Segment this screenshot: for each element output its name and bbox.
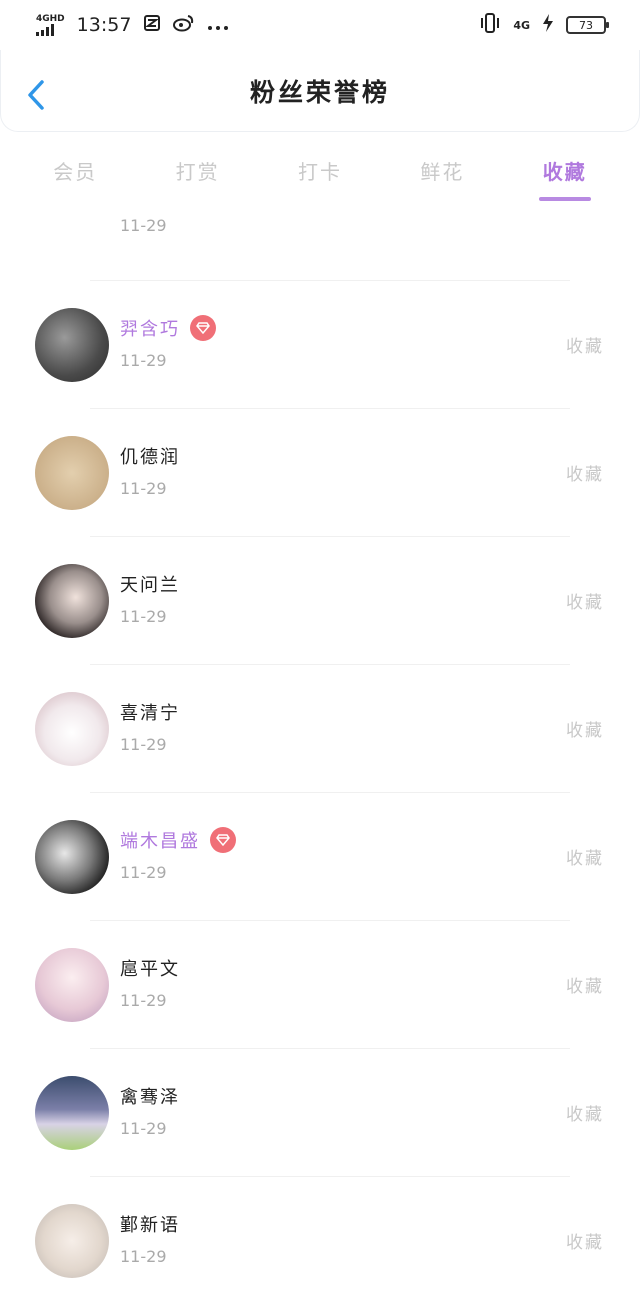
screen: 4GHD 13:57 4G 73 粉丝荣誉榜 会员 打赏 打卡 鲜花 收藏 11… xyxy=(0,0,640,1298)
battery-level: 73 xyxy=(579,18,593,32)
item-info: 鄞新语 11-29 xyxy=(120,1209,180,1266)
collect-label: 收藏 xyxy=(566,721,604,741)
fan-name: 天问兰 xyxy=(120,575,180,596)
network-type: 4GHD xyxy=(36,13,65,24)
notification-icon xyxy=(143,14,161,37)
tab-flower[interactable]: 鲜花 xyxy=(414,146,470,195)
item-date: 11-29 xyxy=(120,1119,167,1138)
collect-label: 收藏 xyxy=(566,1233,604,1253)
clock: 13:57 xyxy=(76,14,132,36)
item-info: 端木昌盛 11-29 xyxy=(120,825,236,882)
tab-reward[interactable]: 打赏 xyxy=(170,146,226,195)
weibo-icon xyxy=(173,14,195,37)
list-item[interactable]: 天问兰 11-29 收藏 xyxy=(0,537,640,664)
item-date: 11-29 xyxy=(120,863,167,882)
avatar[interactable] xyxy=(35,691,109,766)
tab-bar: 会员 打赏 打卡 鲜花 收藏 xyxy=(0,140,640,201)
charging-icon xyxy=(542,13,554,37)
item-info: 天问兰 11-29 xyxy=(120,569,180,626)
tab-checkin[interactable]: 打卡 xyxy=(292,146,348,195)
avatar[interactable] xyxy=(35,947,109,1022)
collect-label: 收藏 xyxy=(566,977,604,997)
status-bar: 4GHD 13:57 4G 73 xyxy=(0,0,640,50)
fan-name: 扈平文 xyxy=(120,959,180,980)
item-date: 11-29 xyxy=(120,735,167,754)
header: 粉丝荣誉榜 xyxy=(0,50,640,132)
item-date: 11-29 xyxy=(120,607,167,626)
back-button[interactable] xyxy=(23,78,49,112)
collect-label: 收藏 xyxy=(566,593,604,613)
status-left: 4GHD 13:57 xyxy=(36,14,229,37)
fan-name: 羿含巧 xyxy=(120,319,180,340)
collect-label: 收藏 xyxy=(566,337,604,357)
status-right: 4G 73 xyxy=(479,12,609,38)
avatar[interactable] xyxy=(35,307,109,382)
battery-icon: 73 xyxy=(566,16,609,34)
list-item[interactable]: 扈平文 11-29 收藏 xyxy=(0,921,640,1048)
vibrate-icon xyxy=(479,12,501,38)
collect-label: 收藏 xyxy=(566,1105,604,1125)
list-item[interactable]: 端木昌盛 11-29 收藏 xyxy=(0,793,640,920)
collect-label: 收藏 xyxy=(566,465,604,485)
list-item[interactable]: 禽骞泽 11-29 收藏 xyxy=(0,1049,640,1176)
tab-member[interactable]: 会员 xyxy=(47,146,103,195)
signal-icon: 4GHD xyxy=(36,13,65,36)
list-item[interactable]: 鄞新语 11-29 收藏 xyxy=(0,1177,640,1298)
more-icon xyxy=(207,15,229,36)
fan-name: 喜清宁 xyxy=(120,703,180,724)
avatar[interactable] xyxy=(35,1075,109,1150)
fan-list: 11-29 羿含巧 11-29 收藏 仉德润 11-29 收藏 天问兰 11-2… xyxy=(0,206,640,1298)
list-item[interactable]: 喜清宁 11-29 收藏 xyxy=(0,665,640,792)
list-item[interactable]: 羿含巧 11-29 收藏 xyxy=(0,281,640,408)
diamond-icon xyxy=(210,827,236,853)
chevron-left-icon xyxy=(28,80,44,110)
item-info: 禽骞泽 11-29 xyxy=(120,1081,180,1138)
page-title: 粉丝荣誉榜 xyxy=(249,77,390,107)
item-date: 11-29 xyxy=(120,1247,167,1266)
item-info: 扈平文 11-29 xyxy=(120,953,180,1010)
avatar[interactable] xyxy=(35,1203,109,1278)
avatar[interactable] xyxy=(35,819,109,894)
avatar[interactable] xyxy=(35,435,109,510)
fan-name: 禽骞泽 xyxy=(120,1087,180,1108)
item-date: 11-29 xyxy=(120,991,167,1010)
fan-name: 鄞新语 xyxy=(120,1215,180,1236)
list-item-partial[interactable]: 11-29 xyxy=(0,206,640,280)
list-item[interactable]: 仉德润 11-29 收藏 xyxy=(0,409,640,536)
network-type-right: 4G xyxy=(513,18,530,32)
fan-name: 仉德润 xyxy=(120,447,180,468)
item-date: 11-29 xyxy=(120,351,167,370)
item-info: 羿含巧 11-29 xyxy=(120,313,216,370)
item-info: 仉德润 11-29 xyxy=(120,441,180,498)
collect-label: 收藏 xyxy=(566,849,604,869)
item-info: 喜清宁 11-29 xyxy=(120,697,180,754)
fan-name: 端木昌盛 xyxy=(120,831,200,852)
item-date: 11-29 xyxy=(120,479,167,498)
item-date: 11-29 xyxy=(120,216,167,235)
tab-collect[interactable]: 收藏 xyxy=(537,146,593,201)
avatar[interactable] xyxy=(35,563,109,638)
diamond-icon xyxy=(190,315,216,341)
